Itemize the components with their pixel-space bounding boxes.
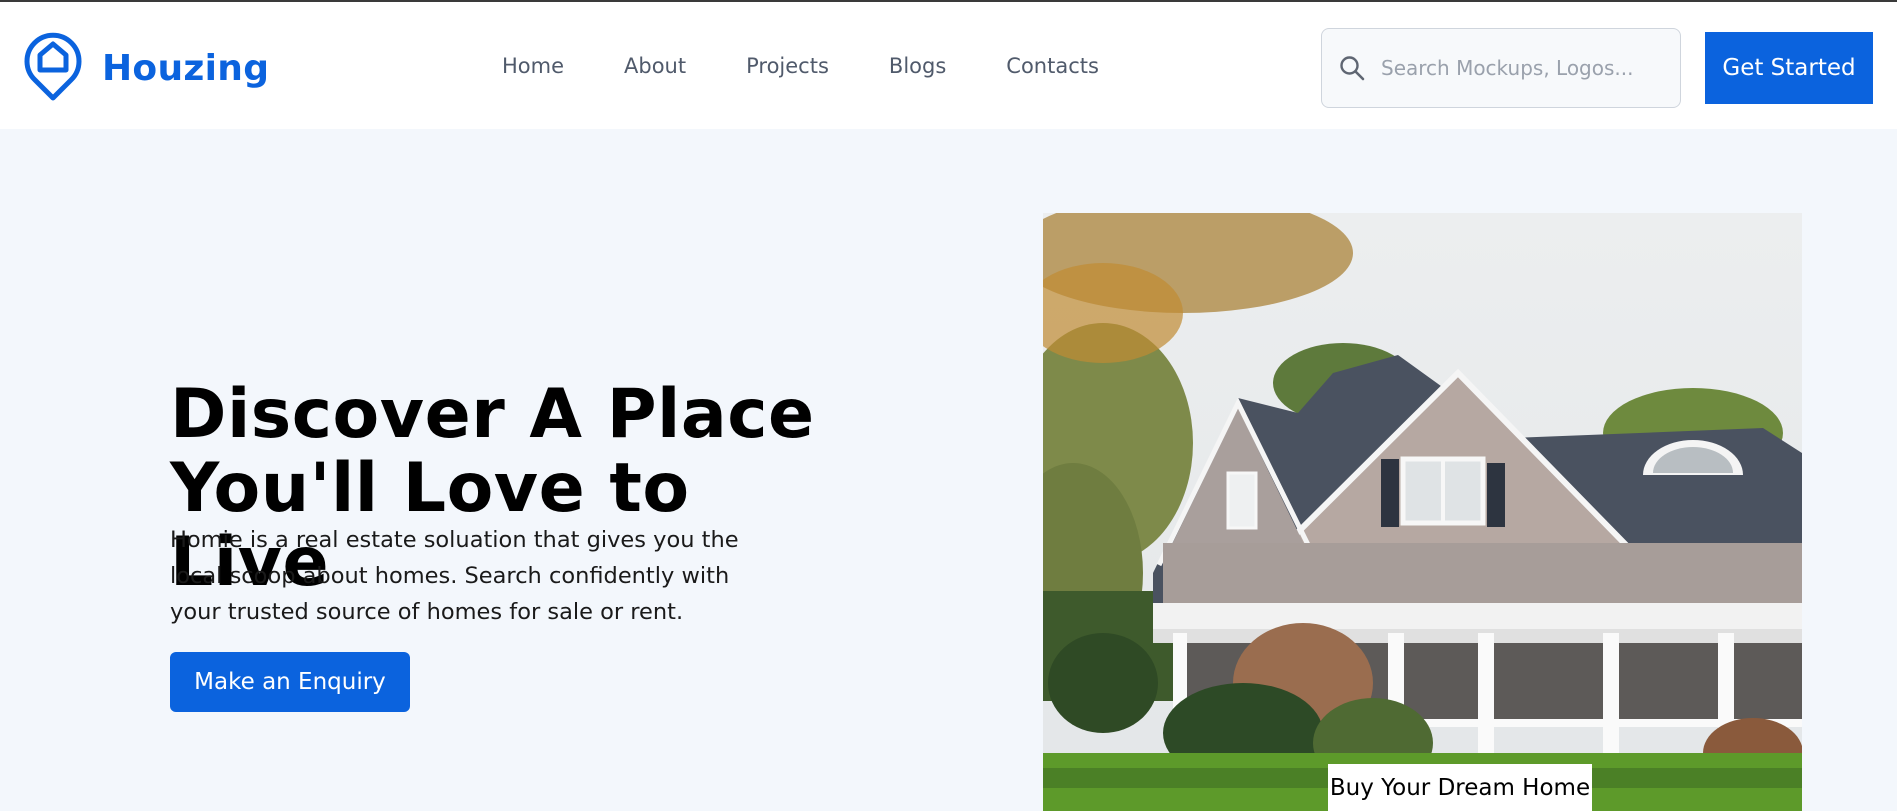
image-caption: Buy Your Dream Home [1328, 764, 1592, 811]
location-house-icon [22, 30, 84, 107]
hero-title-line-1: Discover A Place [170, 375, 815, 454]
nav-item-projects[interactable]: Projects [746, 54, 829, 78]
site-header: Houzing Home About Projects Blogs Contac… [0, 2, 1897, 129]
hero-house-image [1043, 213, 1802, 811]
nav-item-about[interactable]: About [624, 54, 686, 78]
nav-item-contacts[interactable]: Contacts [1006, 54, 1099, 78]
search-box[interactable] [1321, 28, 1681, 108]
brand-name: Houzing [102, 48, 270, 89]
make-enquiry-button[interactable]: Make an Enquiry [170, 652, 410, 712]
search-input[interactable] [1381, 56, 1651, 80]
get-started-button[interactable]: Get Started [1705, 32, 1873, 104]
nav-item-home[interactable]: Home [502, 54, 564, 78]
main-nav: Home About Projects Blogs Contacts [502, 54, 1159, 78]
logo-link[interactable]: Houzing [22, 30, 269, 107]
search-icon [1339, 55, 1365, 81]
nav-item-blogs[interactable]: Blogs [889, 54, 946, 78]
hero-description: Homie is a real estate soluation that gi… [170, 527, 739, 625]
